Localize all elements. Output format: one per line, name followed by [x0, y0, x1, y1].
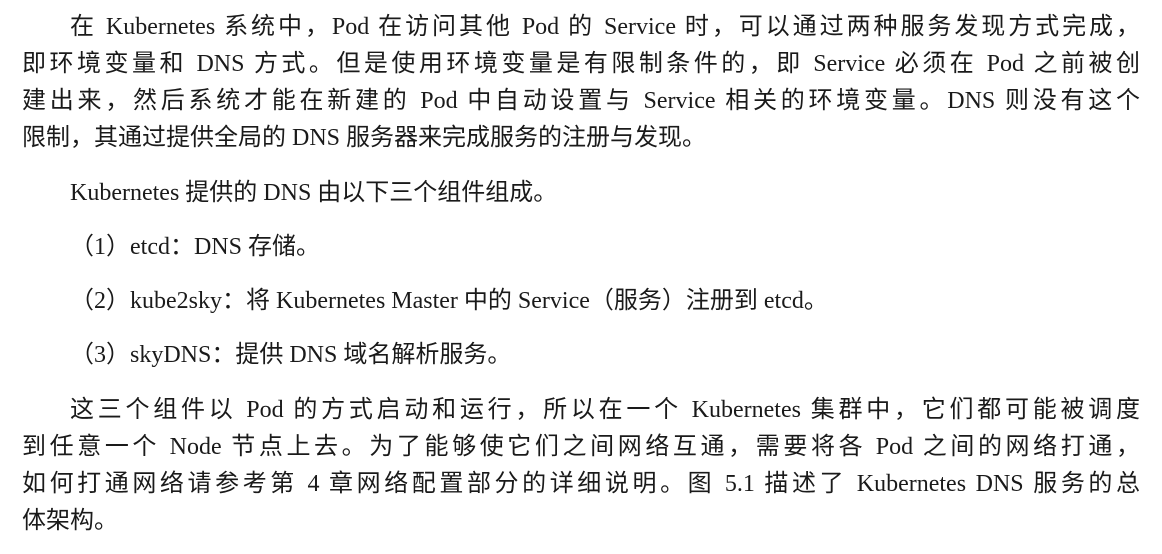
text-line: 如何打通网络请参考第 4 章网络配置部分的详细说明。图 5.1 描述了 Kube…: [22, 471, 1140, 497]
list-item: （1）etcd：DNS 存储。: [70, 234, 320, 260]
text-line: 建出来，然后系统才能在新建的 Pod 中自动设置与 Service 相关的环境变…: [22, 88, 1140, 114]
text-line: 在 Kubernetes 系统中，Pod 在访问其他 Pod 的 Service…: [70, 14, 1140, 40]
text-line: 限制，其通过提供全局的 DNS 服务器来完成服务的注册与发现。: [22, 125, 707, 151]
list-item: （3）skyDNS：提供 DNS 域名解析服务。: [70, 342, 512, 368]
list-item: （2）kube2sky：将 Kubernetes Master 中的 Servi…: [70, 288, 828, 314]
text-line: 这三个组件以 Pod 的方式启动和运行，所以在一个 Kubernetes 集群中…: [70, 397, 1140, 423]
text-line: 体架构。: [22, 508, 118, 534]
paragraph-dns-components-intro: Kubernetes 提供的 DNS 由以下三个组件组成。: [70, 180, 558, 206]
text-line: 即环境变量和 DNS 方式。但是使用环境变量是有限制条件的，即 Service …: [22, 51, 1140, 77]
text-line: 到任意一个 Node 节点上去。为了能够使它们之间网络互通，需要将各 Pod 之…: [22, 434, 1140, 460]
